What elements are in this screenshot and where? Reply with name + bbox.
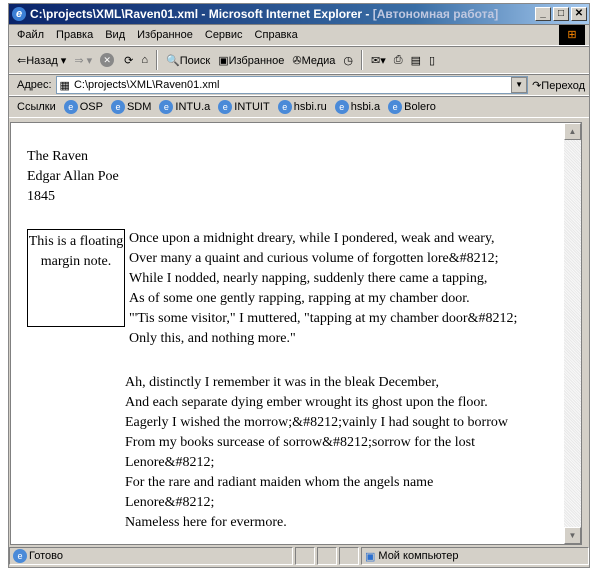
offline-label: [Автономная работа] bbox=[372, 7, 499, 21]
poem-line: Nameless here for evermore. bbox=[125, 515, 287, 530]
minimize-button[interactable]: _ bbox=[535, 7, 551, 21]
menu-edit[interactable]: Правка bbox=[56, 29, 93, 41]
margin-note: This is a floating margin note. bbox=[27, 229, 125, 327]
close-button[interactable]: ✕ bbox=[571, 7, 587, 21]
stanza-2: Ah, distinctly I remember it was in the … bbox=[125, 373, 508, 533]
ie-page-icon: e bbox=[218, 100, 233, 114]
poem-line: While I nodded, nearly napping, suddenly… bbox=[129, 271, 488, 286]
menu-favorites[interactable]: Избранное bbox=[137, 29, 193, 41]
menu-file[interactable]: Файл bbox=[17, 29, 44, 41]
address-dropdown[interactable]: ▼ bbox=[511, 77, 528, 93]
scroll-up-button[interactable]: ▲ bbox=[564, 123, 581, 140]
link-intuit[interactable]: e INTUIT bbox=[218, 100, 270, 114]
go-button[interactable]: ↷Переход bbox=[532, 79, 585, 92]
link-osp[interactable]: e OSP bbox=[63, 100, 103, 114]
links-label: Ссылки bbox=[17, 101, 56, 113]
ie-page-icon: e bbox=[334, 100, 349, 114]
link-hsbi-ru[interactable]: e hsbi.ru bbox=[277, 100, 327, 114]
favorites-icon: ▣ bbox=[218, 54, 229, 67]
security-zone: Мой компьютер bbox=[378, 550, 459, 562]
doc-author: Edgar Allan Poe bbox=[27, 169, 119, 184]
poem-line: Only this, and nothing more." bbox=[129, 331, 296, 346]
windows-logo-icon: ⊞ bbox=[559, 25, 585, 45]
doc-title: The Raven bbox=[27, 149, 89, 164]
ie-page-icon: e bbox=[63, 100, 78, 114]
ie-icon: e bbox=[12, 7, 26, 21]
toolbar: ⇐Назад ▾ ⇒ ▾ ✕ ⟳ ⌂ 🔍Поиск ▣Избранное ✇Ме… bbox=[9, 46, 589, 74]
stop-icon[interactable]: ✕ bbox=[100, 53, 115, 67]
menu-help[interactable]: Справка bbox=[255, 29, 298, 41]
scroll-down-button[interactable]: ▼ bbox=[564, 527, 581, 544]
media-button[interactable]: ✇Медиа bbox=[292, 54, 335, 67]
poem-line: For the rare and radiant maiden whom the… bbox=[125, 475, 434, 490]
address-label: Адрес: bbox=[17, 79, 52, 91]
forward-button[interactable]: ⇒ ▾ bbox=[74, 54, 92, 67]
media-icon: ✇ bbox=[292, 54, 302, 67]
menu-bar: Файл Правка Вид Избранное Сервис Справка… bbox=[9, 24, 589, 46]
menu-view[interactable]: Вид bbox=[105, 29, 125, 41]
ie-page-icon: e bbox=[388, 100, 403, 114]
page-icon: ▦ bbox=[59, 79, 70, 92]
poem-line: Lenore&#8212; bbox=[125, 495, 215, 510]
maximize-button[interactable]: □ bbox=[553, 7, 569, 21]
address-input[interactable]: ▦ C:\projects\XML\Raven01.xml ▼ bbox=[55, 76, 529, 94]
link-bolero[interactable]: e Bolero bbox=[388, 100, 436, 114]
links-bar: Ссылки e OSP e SDM e INTU.a e INTUIT e hsbi.r… bbox=[9, 96, 589, 118]
search-icon: 🔍 bbox=[166, 54, 180, 67]
poem-line: Over many a quaint and curious volume of… bbox=[129, 251, 499, 266]
back-button[interactable]: ⇐Назад ▾ bbox=[17, 54, 66, 67]
poem-line: Once upon a midnight dreary, while I pon… bbox=[129, 231, 495, 246]
poem-line: And each separate dying ember wrought it… bbox=[125, 395, 488, 410]
home-icon[interactable]: ⌂ bbox=[141, 54, 148, 66]
vertical-scrollbar[interactable]: ▲ ▼ bbox=[564, 123, 581, 544]
address-bar: Адрес: ▦ C:\projects\XML\Raven01.xml ▼ ↷… bbox=[9, 74, 589, 96]
poem-line: From my books surcease of sorrow&#8212;s… bbox=[125, 435, 475, 450]
refresh-icon[interactable]: ⟳ bbox=[124, 54, 133, 67]
link-intu-a[interactable]: e INTU.a bbox=[159, 100, 210, 114]
poem-line: Lenore&#8212; bbox=[125, 455, 215, 470]
status-bar: e Готово ▣ Мой компьютер bbox=[8, 546, 590, 566]
title-bar: e C:\projects\XML\Raven01.xml - Microsof… bbox=[9, 4, 589, 24]
ie-page-icon: e bbox=[159, 100, 174, 114]
favorites-button[interactable]: ▣Избранное bbox=[218, 54, 284, 67]
stanza-1: Once upon a midnight dreary, while I pon… bbox=[129, 229, 517, 349]
doc-year: 1845 bbox=[27, 189, 55, 204]
menu-tools[interactable]: Сервис bbox=[205, 29, 243, 41]
poem-line: "'Tis some visitor," I muttered, "tappin… bbox=[129, 311, 518, 326]
poem-line: As of some one gently rapping, rapping a… bbox=[129, 291, 470, 306]
ie-page-icon: e bbox=[277, 100, 292, 114]
poem-line: Ah, distinctly I remember it was in the … bbox=[125, 375, 439, 390]
link-sdm[interactable]: e SDM bbox=[110, 100, 151, 114]
discuss-icon[interactable]: ▯ bbox=[429, 54, 435, 67]
print-icon[interactable]: ⎙ bbox=[394, 54, 403, 67]
ie-status-icon: e bbox=[13, 549, 27, 563]
window-title: C:\projects\XML\Raven01.xml - Microsoft … bbox=[30, 7, 373, 21]
history-icon[interactable]: ◷ bbox=[343, 54, 353, 67]
computer-icon: ▣ bbox=[365, 550, 376, 563]
status-text: Готово bbox=[29, 550, 63, 562]
search-button[interactable]: 🔍Поиск bbox=[166, 54, 210, 67]
mail-icon[interactable]: ✉▾ bbox=[371, 54, 386, 67]
go-arrow-icon: ↷ bbox=[532, 79, 542, 92]
link-hsbi-a[interactable]: e hsbi.a bbox=[334, 100, 380, 114]
poem-line: Eagerly I wished the morrow;&#8212;vainl… bbox=[125, 415, 508, 430]
ie-page-icon: e bbox=[110, 100, 125, 114]
back-arrow-icon: ⇐ bbox=[17, 54, 27, 67]
document-view: The Raven Edgar Allan Poe 1845 This is a… bbox=[10, 122, 582, 545]
edit-icon[interactable]: ▤ bbox=[411, 54, 421, 67]
